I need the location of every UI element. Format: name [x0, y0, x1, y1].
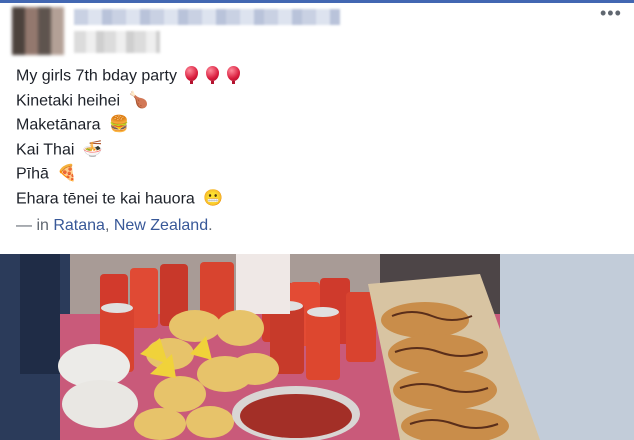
post-line: Pīhā 🍕 [16, 162, 616, 187]
post-line: Kinetaki heihei 🍗 [16, 89, 616, 114]
post-line-text: Kai Thai [16, 140, 75, 158]
location-suffix: . [208, 217, 213, 234]
post-line: Kai Thai 🍜 [16, 138, 616, 163]
avatar[interactable] [12, 7, 64, 55]
location-prefix: — in [16, 217, 54, 234]
post-line-text: Kinetaki heihei [16, 91, 121, 109]
post-line: Maketānara 🍔 [16, 113, 616, 138]
author-name-blurred[interactable] [74, 9, 340, 25]
location-line: — in Ratana, New Zealand. [16, 217, 616, 235]
post-line-text: My girls 7th bday party [16, 67, 177, 85]
post-text: My girls 7th bday party Kinetaki heihei … [16, 64, 616, 235]
hamburger-icon: 🍔 [108, 116, 129, 133]
post-line-text: Ehara tēnei te kai hauora [16, 189, 195, 207]
more-options-button[interactable]: ••• [600, 4, 628, 23]
post-line: Ehara tēnei te kai hauora 😬 [16, 187, 616, 212]
location-country-link[interactable]: New Zealand [114, 217, 208, 234]
balloon-icon [185, 64, 248, 89]
post-photo[interactable] [0, 254, 634, 440]
post-line-text: Pīhā [16, 165, 49, 183]
poultry-leg-icon: 🍗 [128, 91, 149, 109]
location-city-link[interactable]: Ratana [53, 217, 105, 234]
location-separator: , [104, 217, 114, 234]
party-food-image [0, 254, 634, 440]
grimacing-face-icon: 😬 [203, 189, 224, 207]
pizza-icon: 🍕 [57, 165, 78, 182]
noodle-bowl-icon: 🍜 [82, 140, 103, 158]
post-meta-blurred [74, 31, 160, 53]
post-line-text: Maketānara [16, 116, 101, 134]
post-header: ••• [0, 3, 634, 58]
post-line: My girls 7th bday party [16, 64, 616, 89]
